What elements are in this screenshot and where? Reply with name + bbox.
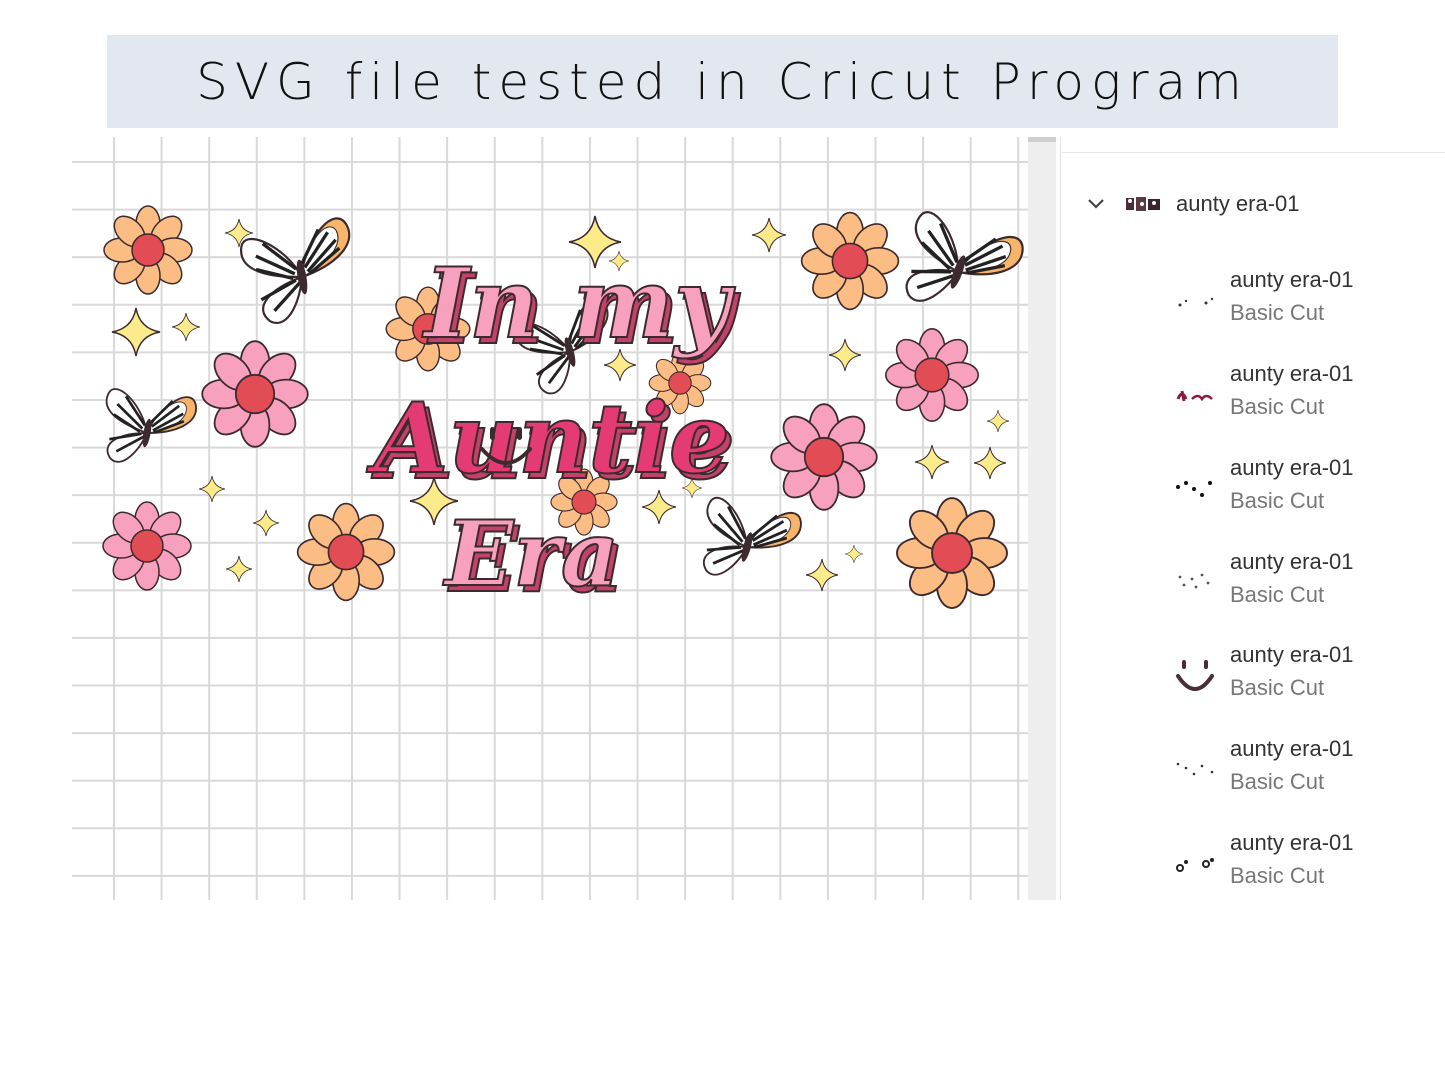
sparkle-icon xyxy=(171,312,201,342)
flower-icon xyxy=(800,211,900,311)
canvas-scrollbar[interactable] xyxy=(1028,137,1056,900)
panel-top-divider xyxy=(1062,152,1445,153)
butterfly-icon xyxy=(94,381,200,476)
design-text: Era xyxy=(442,501,619,607)
butterfly-icon xyxy=(689,489,806,595)
flower-icon xyxy=(296,502,396,602)
layer-operation: Basic Cut xyxy=(1230,769,1325,794)
scroll-thumb[interactable] xyxy=(1028,137,1056,142)
layer-name: aunty era-01 xyxy=(1230,736,1354,761)
butterfly-icon xyxy=(889,202,1028,331)
layer-operation: Basic Cut xyxy=(1230,488,1325,513)
layer-operation: Basic Cut xyxy=(1230,582,1325,607)
layer-thumbnail xyxy=(1172,377,1218,411)
layer-operation: Basic Cut xyxy=(1230,675,1325,700)
layer-group[interactable]: aunty era-01 xyxy=(1084,186,1300,222)
sparkle-icon xyxy=(973,446,1007,480)
panel-divider xyxy=(1060,137,1061,900)
layer-operation: Basic Cut xyxy=(1230,863,1325,888)
layer-name: aunty era-01 xyxy=(1230,455,1354,480)
layer-name: aunty era-01 xyxy=(1230,267,1354,292)
flower-icon xyxy=(201,340,309,448)
flower-icon xyxy=(770,403,878,511)
banner-title: SVG file tested in Cricut Program xyxy=(196,52,1249,111)
layer-item[interactable]: aunty era-01 Basic Cut xyxy=(1172,265,1432,335)
design-text: Auntie xyxy=(366,382,730,495)
flower-icon xyxy=(885,328,979,422)
layer-item[interactable]: aunty era-01 Basic Cut xyxy=(1172,828,1432,898)
butterfly-icon xyxy=(236,214,365,329)
sparkle-icon xyxy=(111,307,161,357)
design-artwork: In myIn myAuntieAuntieEraEra xyxy=(94,202,1028,614)
layer-operation: Basic Cut xyxy=(1230,300,1325,325)
layer-thumbnail xyxy=(1172,283,1218,317)
flower-icon xyxy=(896,497,1008,609)
design-text: In my xyxy=(421,247,736,360)
design-canvas[interactable]: In my In my Auntie Auntie Era Era xyxy=(72,137,1028,900)
sparkle-icon xyxy=(914,444,950,480)
layer-name: aunty era-01 xyxy=(1230,361,1354,386)
group-thumbnail xyxy=(1124,195,1162,213)
flower-icon xyxy=(102,501,192,591)
layer-thumbnail xyxy=(1172,471,1218,505)
sparkle-icon xyxy=(805,558,839,592)
sparkle-icon xyxy=(225,555,253,583)
layer-item[interactable]: aunty era-01 Basic Cut xyxy=(1172,640,1432,710)
group-name: aunty era-01 xyxy=(1176,191,1300,216)
banner: SVG file tested in Cricut Program xyxy=(107,35,1338,128)
layer-thumbnail xyxy=(1172,565,1218,599)
flower-icon xyxy=(103,205,193,295)
layer-name: aunty era-01 xyxy=(1230,642,1354,667)
sparkle-icon xyxy=(828,338,862,372)
layer-item[interactable]: aunty era-01 Basic Cut xyxy=(1172,359,1432,429)
layer-name: aunty era-01 xyxy=(1230,830,1354,855)
sparkle-icon xyxy=(252,509,280,537)
layer-thumbnail xyxy=(1172,846,1218,880)
layer-item[interactable]: aunty era-01 Basic Cut xyxy=(1172,453,1432,523)
layer-operation: Basic Cut xyxy=(1230,394,1325,419)
layer-item[interactable]: aunty era-01 Basic Cut xyxy=(1172,547,1432,617)
sparkle-icon xyxy=(844,544,864,564)
layer-thumbnail xyxy=(1172,658,1218,692)
sparkle-icon xyxy=(751,217,787,253)
sparkle-icon xyxy=(986,409,1010,433)
layer-thumbnail xyxy=(1172,752,1218,786)
layer-name: aunty era-01 xyxy=(1230,549,1354,574)
chevron-down-icon[interactable] xyxy=(1084,192,1108,216)
layer-item[interactable]: aunty era-01 Basic Cut xyxy=(1172,734,1432,804)
sparkle-icon xyxy=(198,475,226,503)
